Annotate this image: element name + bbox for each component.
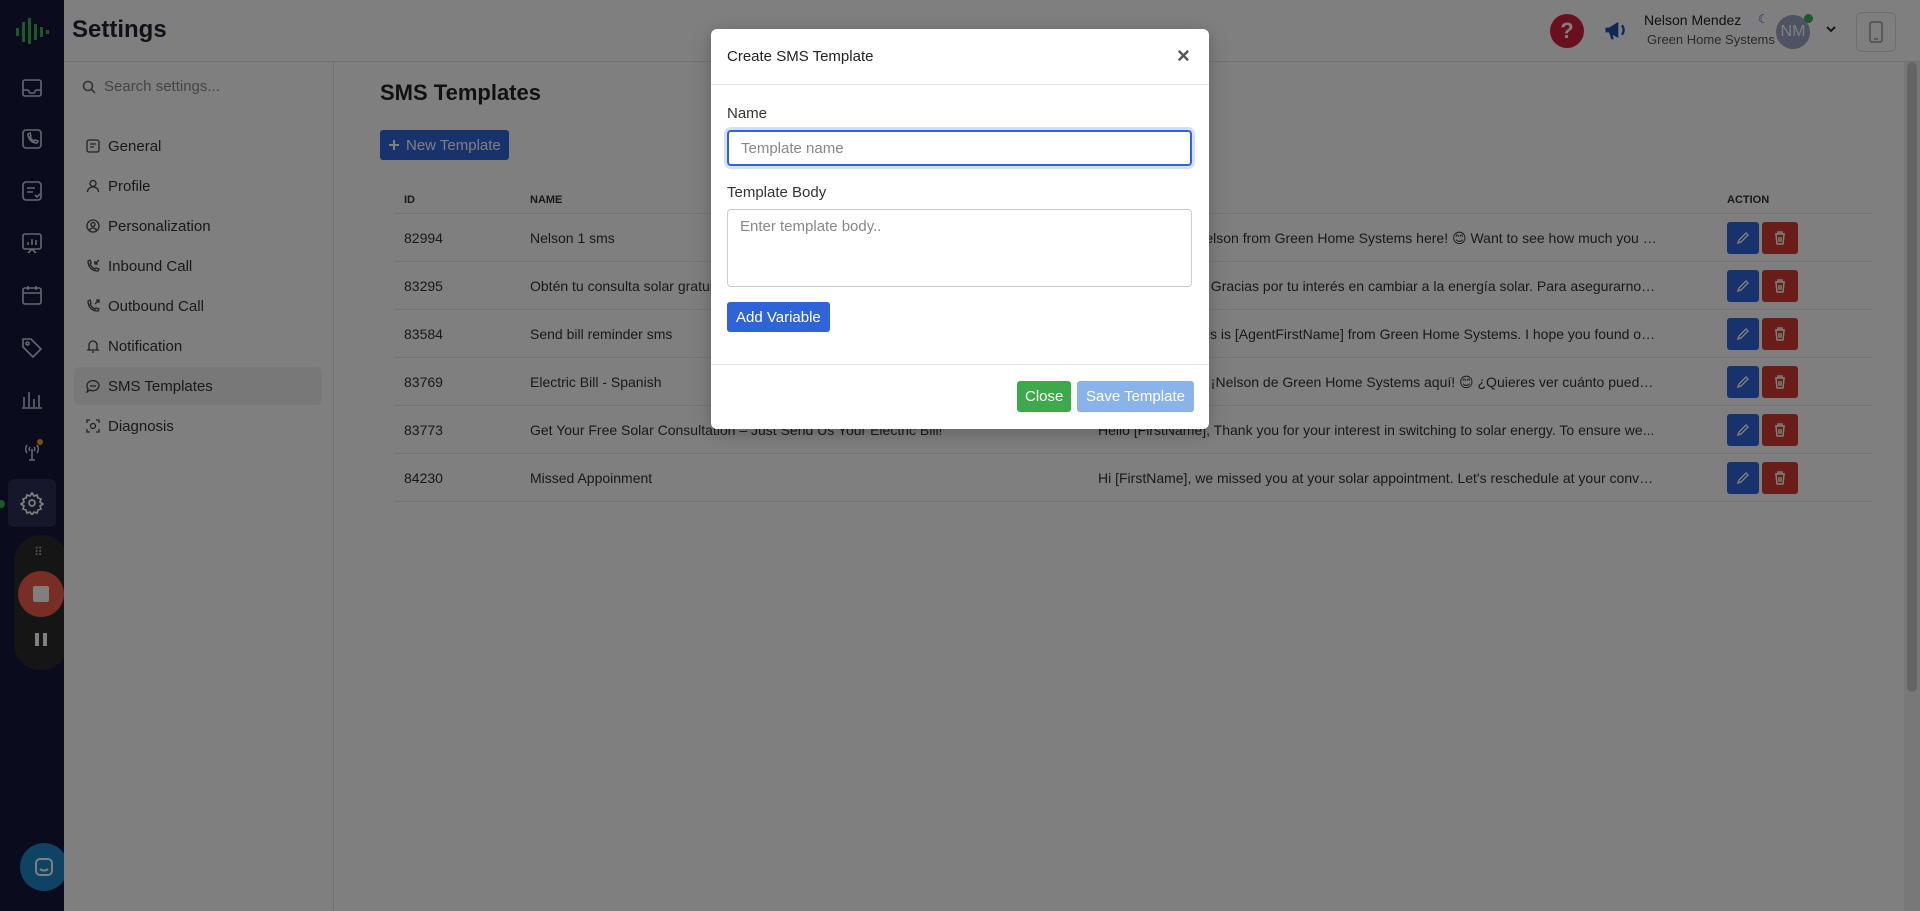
save-template-button[interactable]: Save Template	[1077, 381, 1194, 412]
modal-title: Create SMS Template	[727, 48, 874, 65]
add-variable-button[interactable]: Add Variable	[727, 302, 830, 332]
template-name-input[interactable]	[727, 130, 1192, 166]
template-body-label: Template Body	[727, 184, 827, 201]
modal-header: Create SMS Template ×	[711, 29, 1209, 85]
template-body-textarea[interactable]	[727, 209, 1192, 287]
create-sms-template-modal: Create SMS Template × Name Template Body…	[711, 29, 1209, 429]
close-icon[interactable]: ×	[1177, 45, 1190, 67]
modal-footer: Close Save Template	[711, 364, 1209, 429]
name-label: Name	[727, 105, 768, 122]
close-button[interactable]: Close	[1017, 381, 1072, 412]
